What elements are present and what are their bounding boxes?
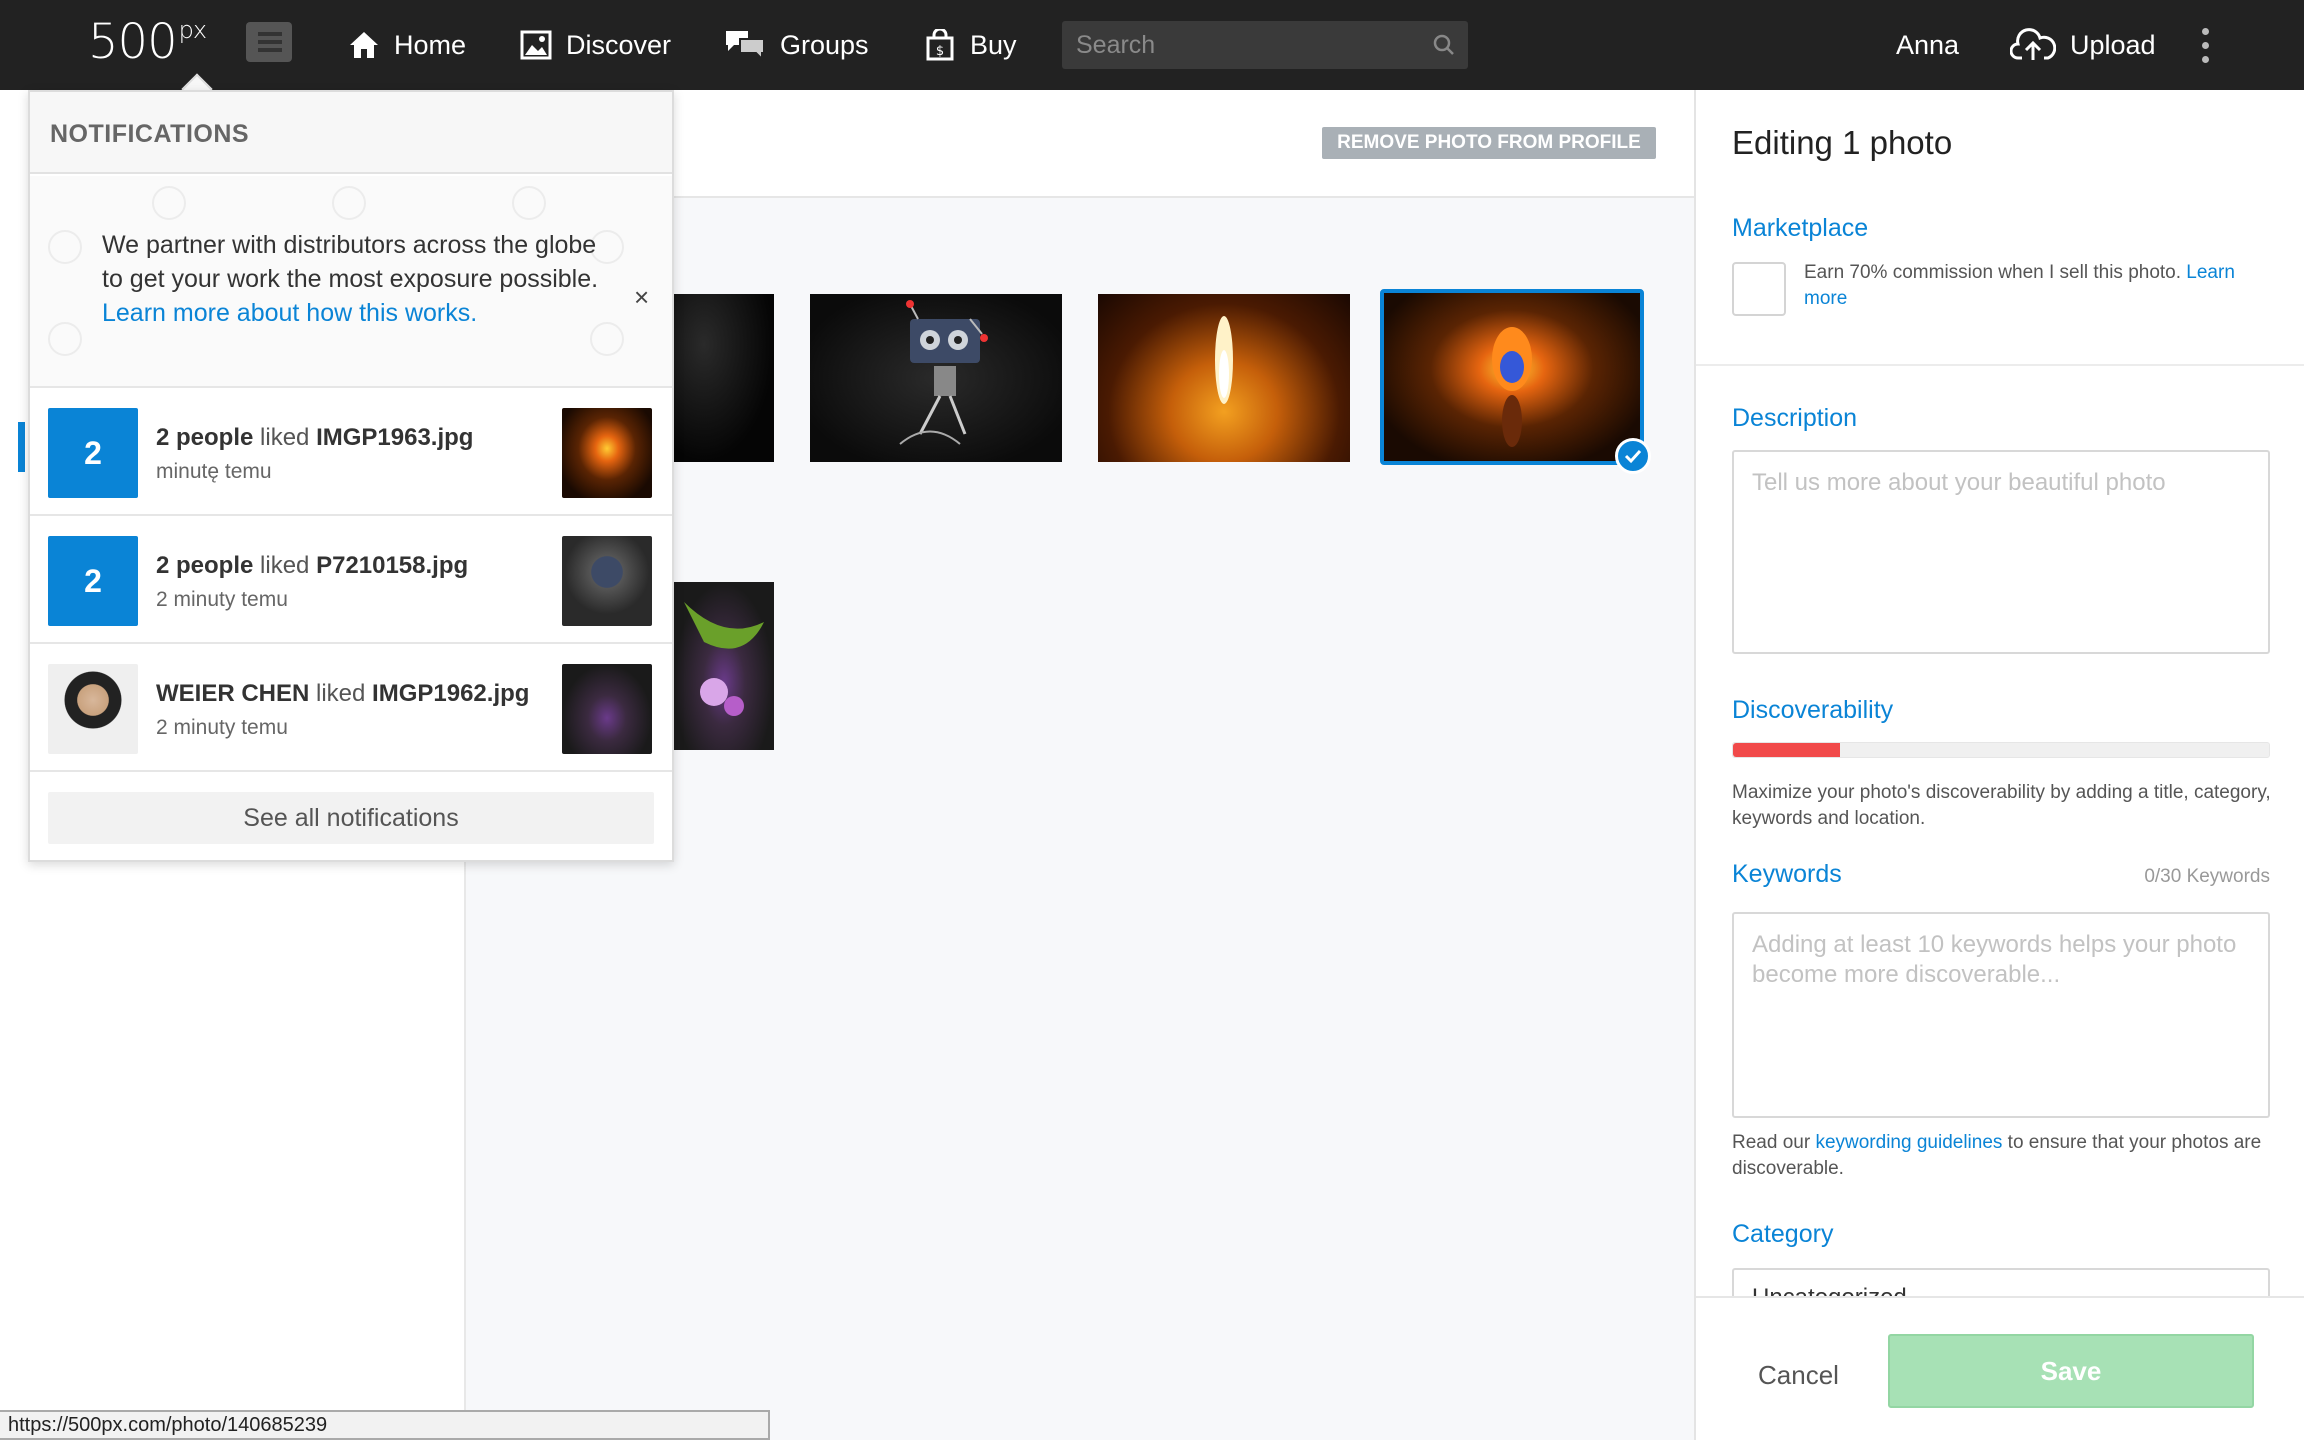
notification-thumbnail[interactable] <box>562 536 652 626</box>
chat-bubbles-icon <box>726 31 765 61</box>
logo[interactable]: 500px <box>88 14 207 70</box>
marketplace-text: Earn 70% commission when I sell this pho… <box>1804 262 2235 309</box>
top-navbar: 500px Home Discover Groups $ Buy Anna Up… <box>0 0 2304 90</box>
nav-groups-label: Groups <box>780 29 869 60</box>
status-bar-url: https://500px.com/photo/140685239 <box>0 1410 770 1440</box>
active-tab-indicator <box>18 422 25 472</box>
photo-thumbnail[interactable] <box>1098 294 1350 462</box>
partner-learn-more-link[interactable]: Learn more about how this works. <box>102 299 477 327</box>
notification-time: 2 minuty temu <box>156 588 288 611</box>
more-options-icon[interactable] <box>2200 28 2210 64</box>
notification-item[interactable]: 2 2 people liked IMGP1963.jpg minutę tem… <box>30 390 672 516</box>
nav-buy-label: Buy <box>970 29 1017 60</box>
search-icon[interactable] <box>1432 33 1456 57</box>
editor-footer: Cancel Save <box>1696 1296 2304 1440</box>
description-field[interactable] <box>1732 450 2270 654</box>
robot-image <box>899 300 988 445</box>
notification-item[interactable]: WEIER CHEN liked IMGP1962.jpg 2 minuty t… <box>30 646 672 772</box>
upload-button[interactable]: Upload <box>2010 0 2156 90</box>
notification-time: minutę temu <box>156 460 272 483</box>
keywords-field[interactable] <box>1732 912 2270 1118</box>
see-all-notifications-button[interactable]: See all notifications <box>48 792 654 844</box>
user-name: Anna <box>1896 29 1960 60</box>
keywording-guidelines-link[interactable]: keywording guidelines <box>1815 1132 2002 1153</box>
image-icon <box>520 30 552 60</box>
globe-icon <box>48 322 82 356</box>
search-box <box>1062 21 1468 69</box>
notification-thumbnail[interactable] <box>562 664 652 754</box>
nav-groups[interactable]: Groups <box>724 0 869 90</box>
logo-text: 500 <box>88 14 178 70</box>
divider <box>1696 364 2304 366</box>
svg-text:$: $ <box>936 44 944 59</box>
photo-editor-panel: Editing 1 photo Marketplace Earn 70% com… <box>1694 90 2304 1440</box>
nav-home-label: Home <box>394 29 467 60</box>
nav-buy[interactable]: $ Buy <box>924 0 1017 90</box>
notification-text: 2 people liked P7210158.jpg <box>156 552 469 579</box>
partner-text: We partner with distributors across the … <box>102 231 599 293</box>
keywording-guidelines-text: Read our keywording guidelines to ensure… <box>1732 1132 2262 1179</box>
partner-message: We partner with distributors across the … <box>102 228 622 330</box>
photo-thumbnail[interactable] <box>810 294 1062 462</box>
notification-text: 2 people liked IMGP1963.jpg <box>156 424 474 451</box>
home-icon <box>350 32 378 58</box>
notification-thumbnail[interactable] <box>562 408 652 498</box>
avatar[interactable] <box>48 664 138 754</box>
search-input[interactable] <box>1076 21 1416 69</box>
editor-title: Editing 1 photo <box>1732 124 1953 161</box>
photo-thumbnail[interactable] <box>674 294 774 462</box>
discoverability-text: Maximize your photo's discoverability by… <box>1732 782 2271 829</box>
discoverability-label: Discoverability <box>1732 696 1894 724</box>
notification-text: WEIER CHEN liked IMGP1962.jpg <box>156 680 530 707</box>
flower-image <box>684 602 764 716</box>
notification-item[interactable]: 2 2 people liked P7210158.jpg 2 minuty t… <box>30 518 672 644</box>
checkmark-icon[interactable] <box>1615 438 1651 474</box>
nav-discover[interactable]: Discover <box>520 0 671 90</box>
photo-thumbnail[interactable] <box>674 582 774 750</box>
marketplace-label: Marketplace <box>1732 214 1869 242</box>
globe-icon <box>48 230 82 264</box>
nav-discover-label: Discover <box>566 29 672 60</box>
remove-photo-button[interactable]: REMOVE PHOTO FROM PROFILE <box>1322 127 1656 159</box>
cancel-button[interactable]: Cancel <box>1758 1360 1839 1391</box>
keywords-count: 0/30 Keywords <box>2144 866 2270 887</box>
notification-count: 2 <box>48 408 138 498</box>
cloud-upload-icon <box>2010 28 2056 60</box>
globe-icon <box>512 186 546 220</box>
notification-time: 2 minuty temu <box>156 716 288 739</box>
shopping-bag-icon: $ <box>926 29 954 61</box>
notifications-dropdown: NOTIFICATIONS We partner with distributo… <box>28 90 674 862</box>
menu-icon[interactable] <box>246 22 292 62</box>
keywords-label: Keywords <box>1732 860 1842 888</box>
notification-count: 2 <box>48 536 138 626</box>
save-button[interactable]: Save <box>1888 1334 2254 1408</box>
category-label: Category <box>1732 1220 1834 1248</box>
selection-border <box>1380 289 1644 465</box>
nav-home[interactable]: Home <box>348 0 466 90</box>
discoverability-progress-fill <box>1733 743 1841 757</box>
description-label: Description <box>1732 404 1858 432</box>
partner-banner: We partner with distributors across the … <box>30 176 672 388</box>
close-icon[interactable]: × <box>634 282 649 313</box>
notifications-header: NOTIFICATIONS <box>30 92 672 174</box>
discoverability-progress-bar <box>1732 742 2270 758</box>
logo-suffix: px <box>178 16 207 44</box>
globe-icon <box>332 186 366 220</box>
candle-image <box>1215 316 1233 404</box>
notifications-title: NOTIFICATIONS <box>50 120 250 148</box>
marketplace-checkbox[interactable] <box>1732 262 1786 316</box>
globe-icon <box>152 186 186 220</box>
user-menu[interactable]: Anna <box>1896 0 1959 90</box>
upload-label: Upload <box>2070 29 2156 60</box>
